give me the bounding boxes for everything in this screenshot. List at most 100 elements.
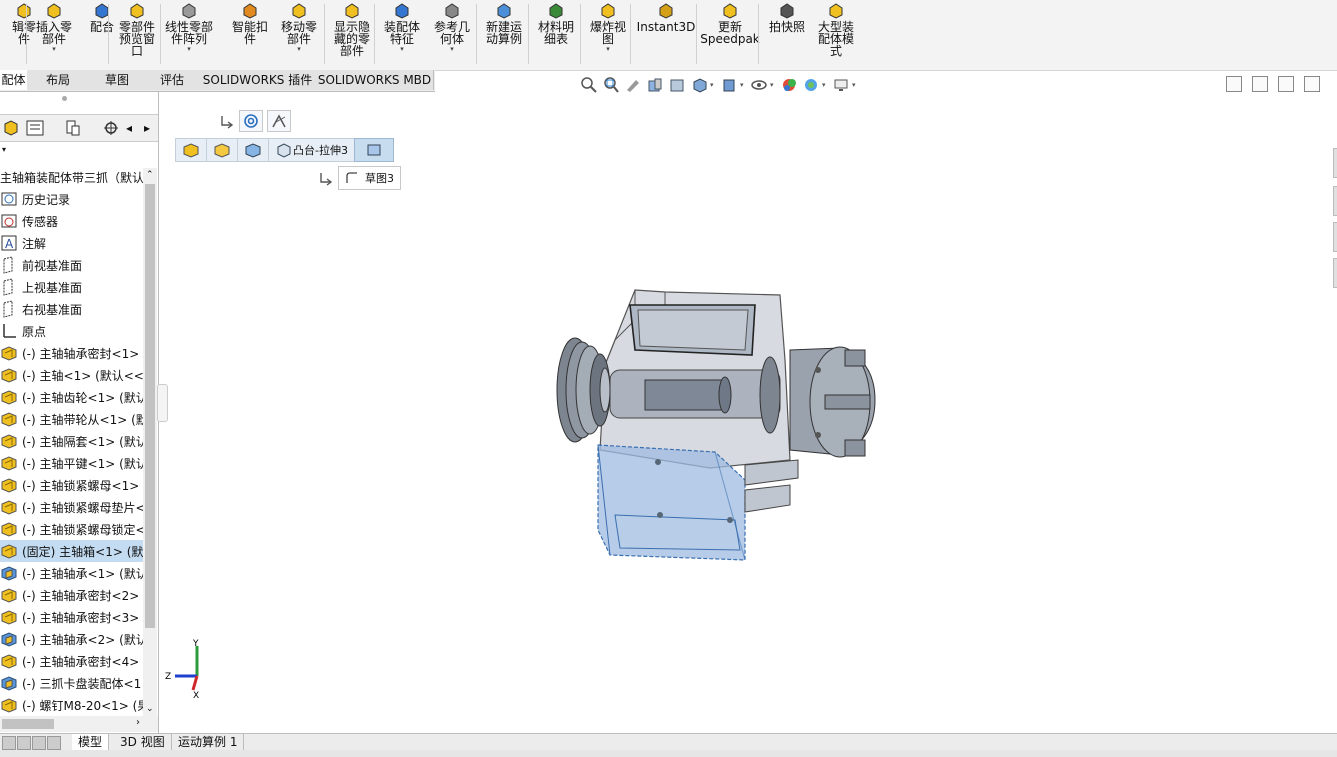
breadcrumb-assembly[interactable] [175,138,207,162]
scroll-down-icon[interactable]: ⌄ [146,704,154,714]
panel-grip[interactable] [62,96,67,101]
chevron-down-icon[interactable]: ▾ [770,81,778,89]
bom-button[interactable]: 材料明 细表 [532,0,580,66]
close-window-icon[interactable] [1304,76,1320,92]
insert-components-button[interactable]: 插入零 部件 ▾ [30,0,78,66]
task-pane-tab[interactable] [1333,222,1337,252]
tree-item[interactable]: (-) 主轴平键<1> (默认 [0,452,143,474]
last-tab-icon[interactable] [47,736,61,750]
scroll-right-icon[interactable]: › [136,717,140,728]
scroll-up-icon[interactable]: ⌃ [146,170,154,180]
linear-pattern-button[interactable]: 线性零部 件阵列 ▾ [165,0,213,66]
chevron-down-icon[interactable]: ▾ [710,81,718,89]
reference-geometry-button[interactable]: 参考几 何体 ▾ [428,0,476,66]
tree-item[interactable]: (-) 螺钉M8-20<1> (果 [0,694,143,716]
tab-0[interactable]: 配体 [0,70,28,90]
exploded-view-button[interactable]: 爆炸视 图 ▾ [584,0,632,66]
display-style-icon[interactable] [718,75,740,95]
zoom-to-area-icon[interactable] [600,75,622,95]
new-motion-study-button[interactable]: 新建运 动算例 [480,0,528,66]
tree-item[interactable]: 传感器 [0,210,143,232]
show-hidden-button[interactable]: 显示隐 藏的零 部件 [328,0,376,66]
tree-item[interactable]: 上视基准面 [0,276,143,298]
task-pane-tab[interactable] [1333,148,1337,178]
sketch-tool-icon[interactable] [267,110,291,132]
filter-dropdown-icon[interactable]: ▾ [2,145,6,154]
property-manager-tab[interactable] [24,117,46,139]
apply-scene-icon[interactable] [800,75,822,95]
sketch-chip[interactable]: 草图3 [338,166,401,190]
tab-scroll-right-icon[interactable]: ▸ [140,117,154,139]
tree-item[interactable]: (-) 主轴带轮从<1> (默 [0,408,143,430]
breadcrumb-part[interactable] [237,138,269,162]
assembly-model-graphic[interactable] [540,280,900,600]
configuration-manager-tab[interactable] [62,117,84,139]
hide-show-items-icon[interactable] [748,75,770,95]
move-component-button[interactable]: 移动零 部件 ▾ [275,0,323,66]
tree-item[interactable]: (-) 主轴锁紧螺母<1> [0,474,143,496]
tile-right-icon[interactable] [1252,76,1268,92]
snapshot-button[interactable]: 拍快照 [763,0,811,66]
chevron-down-icon[interactable]: ▾ [400,45,404,53]
breadcrumb-feature[interactable]: 凸台-拉伸3 [268,138,355,162]
zoom-to-fit-icon[interactable] [578,75,600,95]
tree-horizontal-scrollbar[interactable]: › [0,716,158,732]
scrollbar-thumb[interactable] [145,184,155,628]
concentric-mate-icon[interactable] [239,110,263,132]
bottom-tab-2[interactable]: 运动算例 1 [172,734,245,750]
previous-tab-icon[interactable] [17,736,31,750]
tree-item[interactable]: (-) 主轴轴承<1> (默认 [0,562,143,584]
tree-item[interactable]: (-) 主轴轴承<2> (默认 [0,628,143,650]
large-assembly-button[interactable]: 大型装 配体模 式 [812,0,860,66]
next-tab-icon[interactable] [32,736,46,750]
task-pane-tab[interactable] [1333,258,1337,288]
chevron-down-icon[interactable]: ▾ [52,45,56,53]
tree-item[interactable]: (固定) 主轴箱<1> (默认 [0,540,143,562]
tree-item[interactable]: A 注解 [0,232,143,254]
go-to-parent-icon[interactable] [318,170,334,186]
tree-item[interactable]: (-) 主轴轴承密封<1> [0,342,143,364]
tab-5[interactable]: SOLIDWORKS MBD [316,70,434,90]
tile-left-icon[interactable] [1226,76,1242,92]
tree-item[interactable]: 右视基准面 [0,298,143,320]
scrollbar-thumb[interactable] [2,719,54,729]
edit-appearance-icon[interactable] [778,75,800,95]
breadcrumb-subassembly[interactable] [206,138,238,162]
chevron-down-icon[interactable]: ▾ [822,81,830,89]
tab-4[interactable]: SOLIDWORKS 插件 [199,70,317,90]
tree-root-assembly[interactable]: 主轴箱装配体带三抓（默认 [0,166,143,188]
tree-item[interactable]: (-) 三抓卡盘装配体<1 [0,672,143,694]
previous-view-icon[interactable] [622,75,644,95]
view-settings-icon[interactable] [830,75,852,95]
tab-2[interactable]: 草图 [89,70,146,90]
view-orientation-icon[interactable] [688,75,710,95]
chevron-down-icon[interactable]: ▾ [606,45,610,53]
tree-item[interactable]: (-) 主轴轴承密封<4> [0,650,143,672]
bottom-tab-1[interactable]: 3D 视图 [114,734,172,750]
tab-1[interactable]: 布局 [27,70,90,90]
tree-item[interactable]: 原点 [0,320,143,342]
tree-item[interactable]: (-) 主轴隔套<1> (默认 [0,430,143,452]
chevron-down-icon[interactable]: ▾ [740,81,748,89]
tree-item[interactable]: 历史记录 [0,188,143,210]
tree-item[interactable]: (-) 主轴齿轮<1> (默认 [0,386,143,408]
chevron-down-icon[interactable]: ▾ [450,45,454,53]
task-pane-tab[interactable] [1333,186,1337,216]
chevron-down-icon[interactable]: ▾ [852,81,860,89]
restore-window-icon[interactable] [1278,76,1294,92]
instant3d-button[interactable]: Instant3D [636,0,696,66]
panel-collapse-handle[interactable] [157,384,168,422]
go-to-parent-icon[interactable] [219,113,235,129]
dynamic-annotation-icon[interactable] [666,75,688,95]
tab-scroll-left-icon[interactable]: ◂ [122,117,136,139]
bottom-tab-0[interactable]: 模型 [72,734,110,750]
component-preview-button[interactable]: 零部件 预览窗 口 [113,0,161,66]
tree-item[interactable]: (-) 主轴轴承密封<3> [0,606,143,628]
chevron-down-icon[interactable]: ▾ [187,45,191,53]
update-speedpak-button[interactable]: 更新 Speedpak [700,0,760,66]
chevron-down-icon[interactable]: ▾ [297,45,301,53]
tree-item[interactable]: (-) 主轴锁紧螺母锁定< [0,518,143,540]
feature-manager-tab[interactable] [0,117,22,139]
breadcrumb-face[interactable] [353,138,394,162]
tree-vertical-scrollbar[interactable]: ⌃ ⌄ [143,168,157,716]
